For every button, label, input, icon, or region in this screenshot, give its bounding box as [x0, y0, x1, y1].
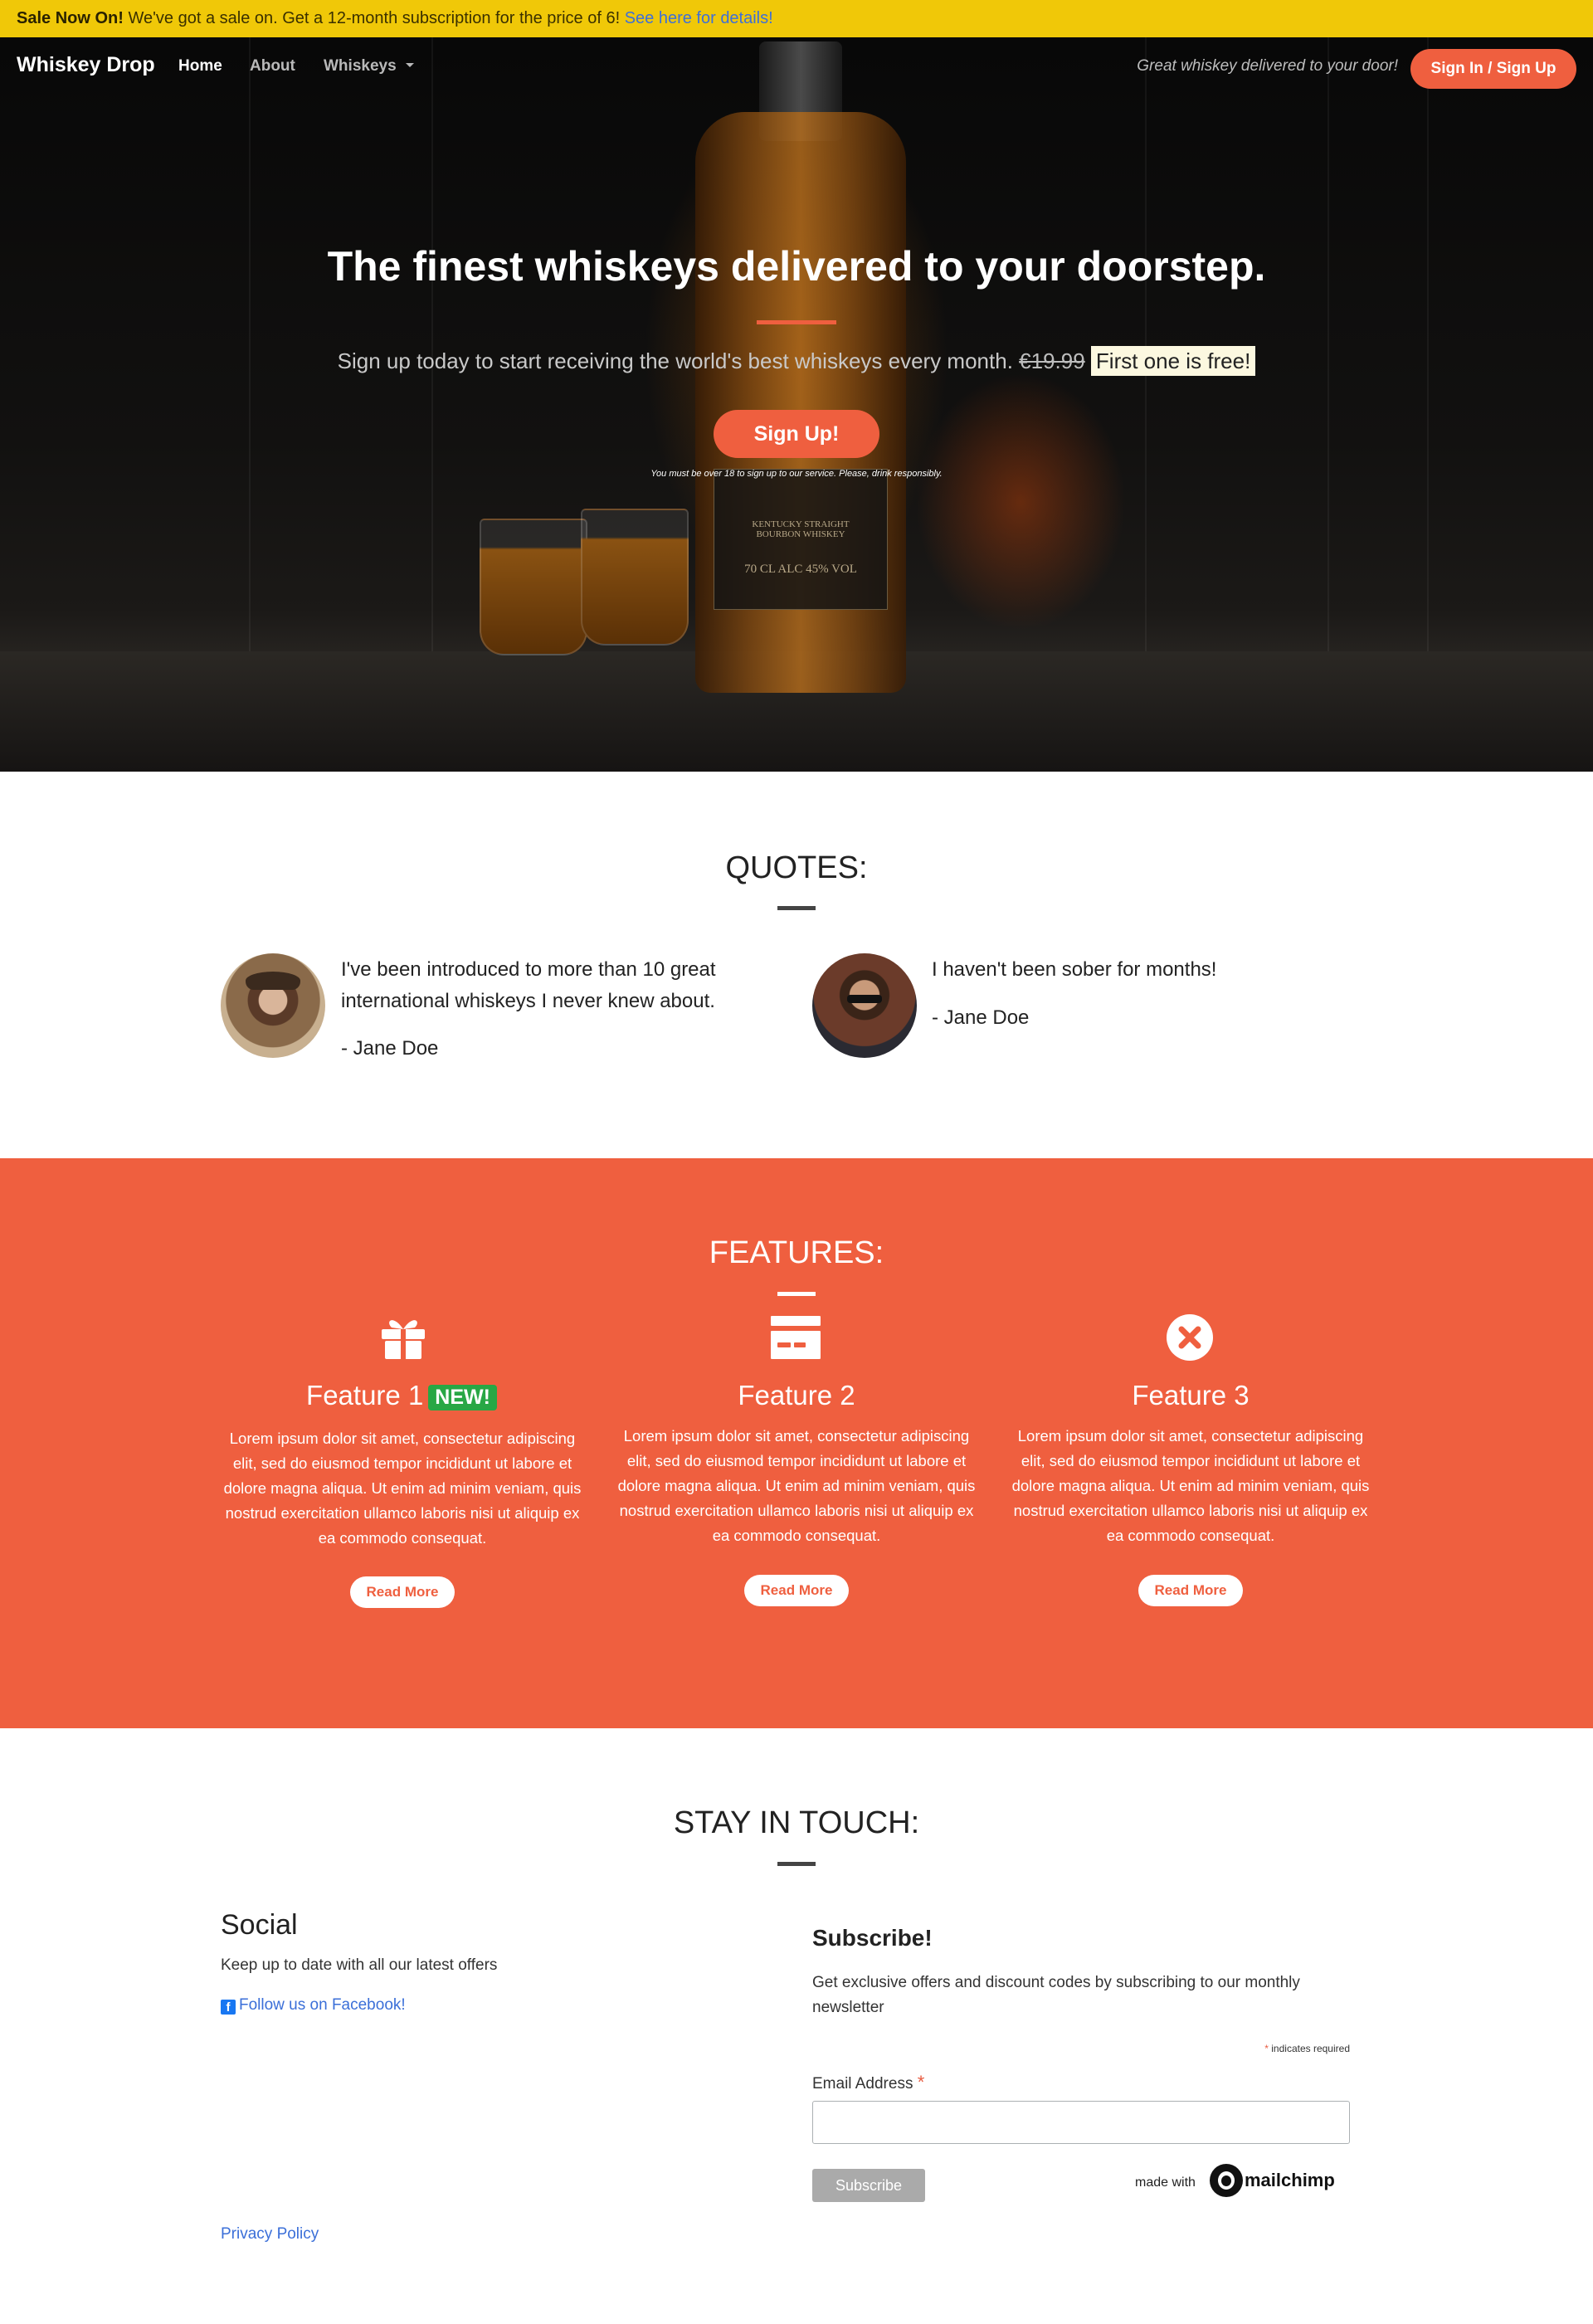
quote-author: - Jane Doe — [341, 1037, 439, 1060]
feature-1-read-more-button[interactable]: Read More — [350, 1576, 455, 1608]
sale-banner-text: We've got a sale on. Get a 12-month subs… — [123, 9, 625, 27]
gift-icon — [382, 1320, 425, 1359]
wood-plank-line — [249, 37, 251, 651]
required-note-text: indicates required — [1271, 2043, 1350, 2054]
required-asterisk: * — [917, 2072, 925, 2093]
feature-1-title: Feature 1 NEW! — [219, 1380, 584, 1411]
hero-section: KENTUCKY STRAIGHT BOURBON WHISKEY 70 CL … — [0, 37, 1593, 772]
subscribe-text: Get exclusive offers and discount codes … — [812, 1974, 1300, 2016]
bottle-label-line: BOURBON WHISKEY — [756, 529, 845, 539]
free-offer-highlight: First one is free! — [1090, 346, 1256, 376]
contact-divider — [777, 1862, 816, 1866]
hero-divider — [757, 320, 836, 324]
feature-title-text: Feature 1 — [306, 1380, 424, 1410]
social-text: Keep up to date with all our latest offe… — [221, 1956, 498, 1974]
contact-heading: STAY IN TOUCH: — [673, 1805, 920, 1840]
sale-banner-bold: Sale Now On! — [17, 9, 124, 27]
hero-signup-button[interactable]: Sign Up! — [714, 410, 879, 458]
email-label-text: Email Address — [812, 2075, 913, 2093]
nav-about[interactable]: About — [250, 57, 295, 76]
nav-whiskeys-label: Whiskeys — [324, 57, 397, 75]
feature-3-read-more-button[interactable]: Read More — [1138, 1575, 1243, 1606]
subscribe-button[interactable]: Subscribe — [812, 2169, 925, 2202]
whiskey-glass-image — [480, 519, 587, 655]
old-price: €19.99 — [1019, 348, 1085, 373]
feature-3-title: Feature 3 — [1132, 1380, 1250, 1410]
sale-details-link[interactable]: See here for details! — [625, 9, 773, 27]
feature-2-title: Feature 2 — [738, 1380, 855, 1410]
social-title: Social — [221, 1909, 298, 1941]
nav-whiskeys-dropdown[interactable]: Whiskeys — [324, 57, 414, 76]
new-badge: NEW! — [428, 1384, 497, 1410]
quote-text: I've been introduced to more than 10 gre… — [341, 958, 716, 1012]
age-disclaimer: You must be over 18 to sign up to our se… — [650, 469, 943, 479]
privacy-policy-link[interactable]: Privacy Policy — [221, 2225, 319, 2244]
wood-plank-line — [1427, 37, 1429, 651]
nav-home[interactable]: Home — [178, 57, 222, 76]
hero-subtitle: Sign up today to start receiving the wor… — [0, 346, 1593, 376]
required-asterisk: * — [1264, 2043, 1269, 2054]
hero-title: The finest whiskeys delivered to your do… — [327, 243, 1266, 290]
caret-down-icon — [405, 63, 414, 67]
wood-plank-line — [1145, 37, 1147, 651]
facebook-icon: f — [221, 2000, 236, 2015]
sunglasses-shape — [847, 995, 882, 1003]
quote-author: - Jane Doe — [932, 1006, 1030, 1029]
wood-plank-line — [431, 37, 433, 651]
mailchimp-logo-icon[interactable] — [1210, 2164, 1243, 2197]
bottle-label-line: KENTUCKY STRAIGHT — [752, 519, 850, 529]
facebook-link[interactable]: f Follow us on Facebook! — [221, 1996, 406, 2015]
feature-2-body: Lorem ipsum dolor sit amet, consectetur … — [617, 1427, 976, 1544]
quotes-heading: QUOTES: — [725, 850, 868, 885]
feature-3-body: Lorem ipsum dolor sit amet, consectetur … — [1011, 1427, 1370, 1544]
features-divider — [777, 1292, 816, 1296]
wood-plank-line — [1328, 37, 1329, 651]
email-label: Email Address * — [812, 2072, 924, 2093]
facebook-link-label: Follow us on Facebook! — [239, 1996, 406, 2014]
close-circle-icon — [1167, 1314, 1213, 1361]
sale-banner: Sale Now On! We've got a sale on. Get a … — [0, 0, 1593, 37]
feature-1-body: Lorem ipsum dolor sit amet, consectetur … — [223, 1430, 582, 1547]
brand-logo[interactable]: Whiskey Drop — [17, 53, 155, 77]
bottle-label: KENTUCKY STRAIGHT BOURBON WHISKEY 70 CL … — [714, 469, 888, 610]
subscribe-title: Subscribe! — [812, 1925, 933, 1951]
feature-2-read-more-button[interactable]: Read More — [744, 1575, 849, 1606]
signin-signup-button[interactable]: Sign In / Sign Up — [1410, 49, 1576, 89]
quote-text: I haven't been sober for months! — [932, 958, 1217, 981]
mailchimp-wordmark[interactable]: mailchimp — [1245, 2170, 1335, 2191]
avatar-woman — [221, 953, 325, 1058]
required-note: * indicates required — [1162, 2043, 1350, 2054]
email-input[interactable] — [812, 2101, 1350, 2144]
whiskey-glass-image — [581, 509, 689, 646]
hero-subtitle-text: Sign up today to start receiving the wor… — [337, 348, 1013, 373]
credit-card-icon — [771, 1316, 821, 1359]
avatar-bearded-man — [812, 953, 917, 1058]
bottle-label-line: 70 CL ALC 45% VOL — [744, 563, 857, 576]
quotes-divider — [777, 906, 816, 910]
nav-tagline: Great whiskey delivered to your door! — [1137, 57, 1398, 75]
features-heading: FEATURES: — [709, 1235, 884, 1270]
made-with-text: made with — [1135, 2175, 1196, 2190]
hat-shape — [246, 972, 300, 990]
